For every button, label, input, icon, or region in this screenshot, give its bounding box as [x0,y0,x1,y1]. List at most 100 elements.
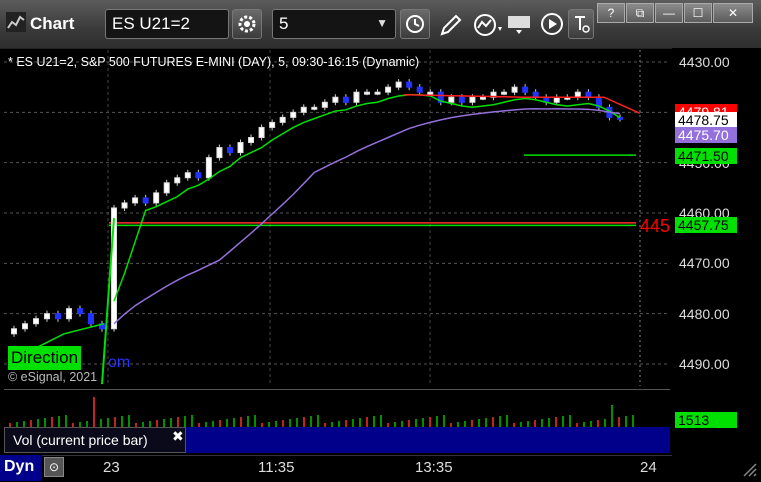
candle [553,96,560,103]
pencil-icon [440,14,462,36]
symbol-combo[interactable]: ES U21=2 [105,9,229,39]
price-tag: 4457.75 [675,217,737,233]
maximize-button[interactable]: ☐ [684,3,712,23]
study-icon [474,14,502,36]
candle [22,323,28,330]
chart-info: * ES U21=2, S&P 500 FUTURES E-MINI (DAY)… [8,55,420,69]
symbol-settings-button[interactable] [232,9,262,39]
help-button[interactable]: ? [597,3,625,23]
candle [77,308,83,315]
text-icon [575,16,590,33]
link-button[interactable]: ⧉ [626,3,654,23]
xaxis-tick: 11:35 [258,459,295,476]
candle [269,121,276,128]
candle [248,137,255,144]
candle [574,91,581,98]
candle [321,101,328,108]
candle [205,157,212,179]
xaxis-tick: 23 [103,459,120,476]
ma-fast-line [113,93,621,302]
yaxis-tick: 4470.00 [679,255,730,272]
candle [216,147,223,159]
candle [342,96,349,103]
minimize-button[interactable]: — [655,3,683,23]
yaxis-tick: 4430.00 [679,54,730,70]
app-title: Chart [6,12,74,34]
chevron-down-icon: ▼ [376,16,388,30]
price-tag: 4475.70 [675,127,737,143]
candle [226,147,233,154]
volume-value-tag: 1513 [675,412,737,428]
time-axis[interactable] [0,455,672,482]
candle [448,96,455,103]
volume-label: Vol (current price bar) [13,432,148,448]
chart-app-icon [6,12,26,32]
close-button[interactable]: ✕ [713,3,753,23]
candle [469,96,476,103]
candle [174,177,181,184]
candle [279,116,286,123]
play-icon [541,13,563,35]
xaxis-tick: 13:35 [415,459,453,476]
resize-grip-icon[interactable] [740,460,758,478]
studies-button[interactable] [473,12,505,43]
volume-label-box: Vol (current price bar) ✖ [4,427,186,453]
candle [258,126,265,139]
ma-slow-line [113,108,621,325]
candle [522,86,529,93]
candle [511,86,518,93]
candle [121,202,128,209]
candle [479,96,486,100]
dynamic-button[interactable]: Dyn [0,455,42,481]
candle [290,111,297,118]
overlay-text: om [108,354,131,371]
candle [44,313,50,320]
candle [142,197,149,204]
price-chart[interactable] [4,50,670,386]
volume-label-bar [186,427,670,453]
replay-button[interactable] [540,12,566,43]
candle [163,182,170,194]
time-template-button[interactable] [400,9,430,39]
xaxis-tick: 24 [640,459,657,476]
candle [195,172,202,179]
candle [501,91,508,95]
direction-label: Direction [8,346,82,370]
interval-value: 5 [279,14,289,33]
candle [132,197,139,204]
interval-combo[interactable]: 5 ▼ [272,9,396,39]
candle [11,328,17,335]
candle [427,91,434,95]
yaxis-tick: 4480.00 [679,305,730,322]
get-data-button[interactable] [507,12,535,43]
candle [585,91,592,98]
candle [55,313,61,320]
candle [332,96,339,103]
candle [88,313,94,325]
candle [237,142,244,154]
candle [385,86,392,93]
last-price-overflow: 445 [640,216,671,236]
candle [184,172,191,179]
candle [406,81,413,88]
candle [374,91,381,95]
corner-area [672,455,761,481]
price-chart-panel[interactable] [4,50,670,386]
candle [300,106,307,113]
candle [458,96,465,103]
clock-icon [406,15,424,33]
volume-close-icon[interactable]: ✖ [172,428,184,445]
candle [353,91,360,103]
pencil-draw-button[interactable] [438,12,464,43]
volume-panel[interactable] [4,389,670,427]
lock-icon[interactable]: ⊙ [44,457,64,477]
yaxis-tick: 4490.00 [679,356,730,372]
candle [153,192,160,204]
volume-chart [9,397,634,427]
symbol-value: ES U21=2 [112,14,190,33]
price-tag: 4471.50 [675,148,737,164]
get-icon [508,16,530,34]
gear-icon [238,15,256,33]
text-tool-button[interactable] [568,9,594,39]
candle [532,91,539,98]
